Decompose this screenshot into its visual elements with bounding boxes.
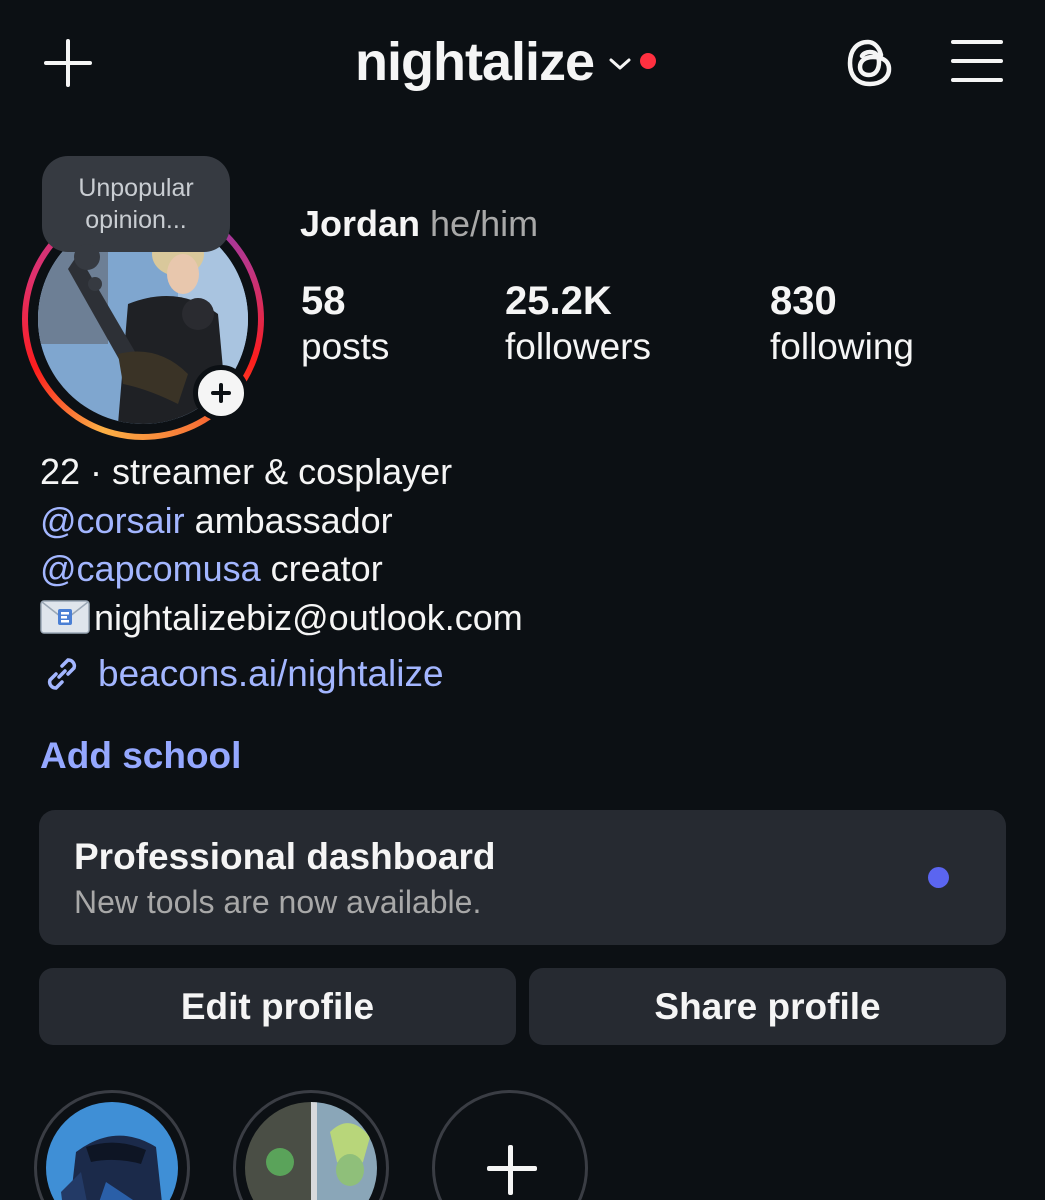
note-bubble-tail [88,277,102,291]
add-story-button[interactable] [193,365,249,421]
account-switcher[interactable]: nightalize [355,30,657,94]
stat-posts[interactable]: 58 posts [301,278,389,370]
envelope-emoji-icon [40,599,90,634]
dashboard-subtitle: New tools are now available. [74,884,482,920]
bio-text: ambassador [184,499,393,541]
story-highlight[interactable] [233,1090,389,1200]
threads-icon[interactable] [843,36,897,90]
mention-link[interactable]: @capcomusa [40,548,261,589]
new-highlight-button[interactable] [432,1090,588,1200]
bio-text: creator [260,548,383,589]
bio: 22 · streamer & cosplayer @corsair ambas… [40,448,523,642]
stat-label: following [770,326,914,367]
stat-following[interactable]: 830 following [770,278,914,370]
stat-label: posts [301,326,390,367]
highlight-cover-1 [46,1102,178,1200]
note-text: Unpopular opinion... [78,174,194,234]
external-link[interactable]: beacons.ai/nightalize [40,652,444,696]
link-text: beacons.ai/nightalize [98,653,444,694]
profile-page: nightalize Unpopular opinion... Jordan h… [0,0,1045,1200]
stat-value: 58 [301,279,346,323]
professional-dashboard-card[interactable]: Professional dashboard New tools are now… [39,810,1006,945]
name-line: Jordan he/him [300,202,538,246]
dashboard-title: Professional dashboard [74,836,496,877]
note-bubble[interactable]: Unpopular opinion... [42,156,230,252]
share-profile-button[interactable]: Share profile [529,968,1006,1045]
chevron-down-icon [609,58,631,70]
note-bubble-tail [74,244,100,270]
menu-bar [951,59,1003,63]
display-name: Jordan [300,203,421,244]
username-title: nightalize [355,32,595,92]
story-highlight[interactable] [34,1090,190,1200]
notification-dot [640,53,657,69]
mention-link[interactable]: @corsair [40,500,185,541]
hamburger-menu-icon[interactable] [951,40,1003,84]
email-text[interactable]: nightalizebiz@outlook.com [94,597,523,638]
new-indicator-dot [928,867,949,888]
stat-value: 830 [770,279,837,323]
stat-value: 25.2K [505,279,612,323]
menu-bar [951,78,1003,82]
plus-icon[interactable] [40,35,96,91]
stat-followers[interactable]: 25.2K followers [505,278,651,370]
bio-line: @capcomusa creator [40,545,523,594]
bio-line: 22 · streamer & cosplayer [40,451,453,492]
pronouns: he/him [430,203,539,244]
edit-profile-button[interactable]: Edit profile [39,968,516,1045]
add-school-link[interactable]: Add school [40,735,241,777]
link-icon [47,658,77,690]
menu-bar [951,40,1003,44]
highlight-cover-2 [245,1102,377,1200]
stat-label: followers [505,326,651,367]
bio-line: nightalizebiz@outlook.com [40,594,523,643]
bio-line: @corsair ambassador [40,497,523,546]
